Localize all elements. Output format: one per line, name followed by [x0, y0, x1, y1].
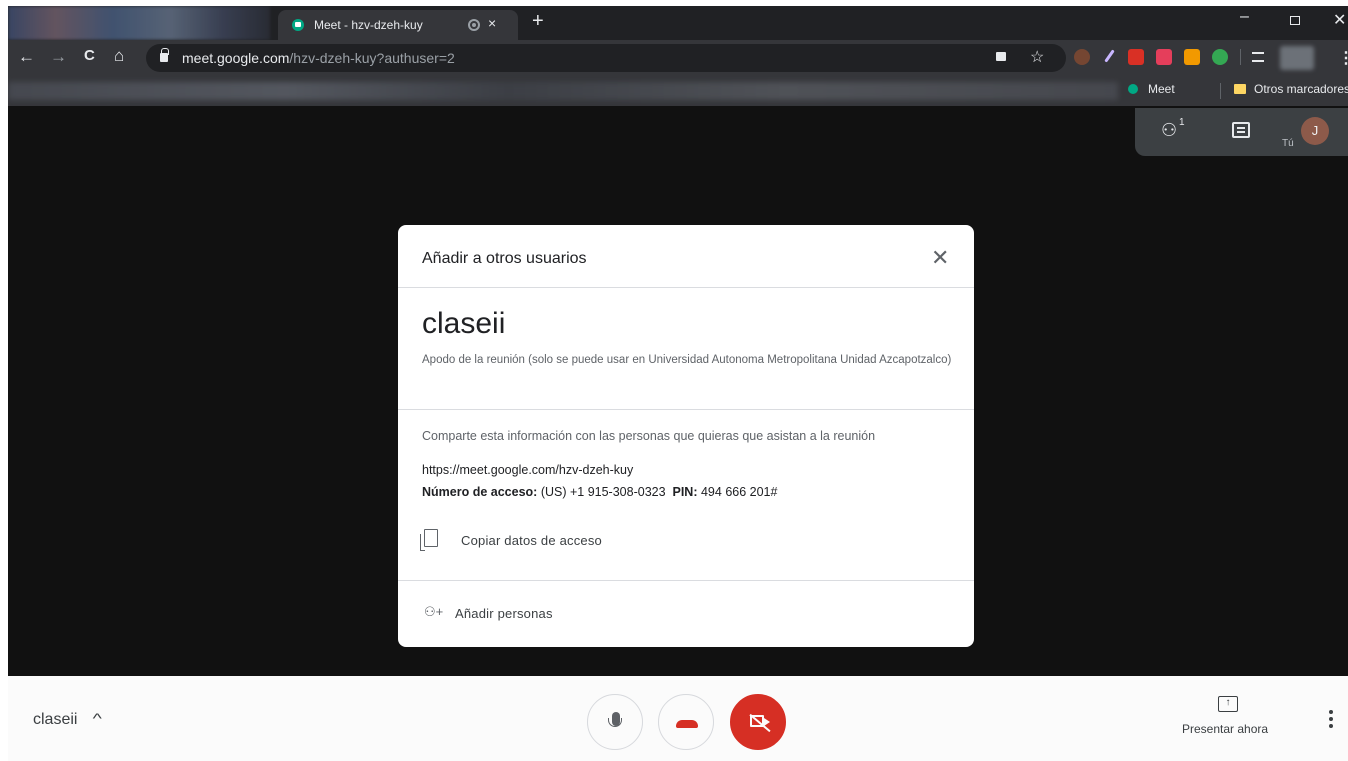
add-people-label: Añadir personas [455, 606, 553, 621]
chrome-menu-icon[interactable]: ⋮ [1338, 48, 1348, 68]
address-bar[interactable]: meet.google.com/hzv-dzeh-kuy?authuser=2 … [146, 44, 1066, 72]
url-domain: meet.google.com [182, 50, 290, 66]
meeting-controls-bar: claseii ^ ↑ Presentar ahora [8, 676, 1348, 761]
hang-up-button[interactable] [658, 694, 714, 750]
self-label: Tú [1282, 138, 1294, 149]
window-restore-button[interactable] [1290, 16, 1300, 25]
add-people-button[interactable]: ⚇+ Añadir personas [414, 596, 654, 630]
more-options-icon[interactable] [1328, 710, 1334, 732]
add-person-icon: ⚇+ [424, 604, 444, 619]
camera-toggle-button[interactable] [730, 694, 786, 750]
copy-icon [420, 529, 438, 551]
reload-button[interactable]: C [84, 47, 95, 64]
toolbar-divider [1240, 49, 1241, 65]
bookmark-meet-label: Meet [1148, 82, 1175, 96]
extension-1-icon[interactable] [1074, 49, 1090, 65]
close-icon[interactable]: ✕ [931, 245, 949, 271]
divider [398, 409, 974, 410]
dial-in-info: Número de acceso: (US) +1 915-308-0323 P… [422, 485, 777, 499]
present-now-button[interactable]: ↑ Presentar ahora [1176, 694, 1286, 750]
bookmark-otros-marcadores[interactable]: Otros marcadores [1234, 82, 1348, 96]
folder-icon [1234, 84, 1246, 94]
security-extension-icon[interactable] [1212, 49, 1228, 65]
add-users-dialog: Añadir a otros usuarios ✕ claseii Apodo … [398, 225, 974, 647]
people-count: 1 [1179, 117, 1185, 128]
bookmark-otros-label: Otros marcadores [1254, 82, 1348, 96]
url-text: meet.google.com/hzv-dzeh-kuy?authuser=2 [182, 50, 455, 66]
window-minimize-button[interactable]: – [1240, 8, 1249, 26]
tab-meet[interactable]: Meet - hzv-dzeh-kuy × [278, 10, 518, 40]
people-icon[interactable]: ⚇ [1161, 120, 1177, 141]
chat-icon[interactable] [1232, 122, 1250, 138]
lock-icon [160, 48, 169, 62]
chevron-up-icon[interactable]: ^ [93, 710, 102, 726]
share-instructions: Comparte esta información con las person… [422, 429, 876, 443]
bookmarks-bar: Meet Otros marcadores [8, 76, 1348, 106]
window-close-button[interactable]: ✕ [1333, 10, 1346, 30]
phone-hangup-icon [676, 720, 698, 728]
recording-indicator-icon [468, 19, 480, 31]
bookmark-divider [1220, 83, 1221, 99]
meeting-link[interactable]: https://meet.google.com/hzv-dzeh-kuy [422, 463, 633, 477]
meet-stage: ⚇ 1 Tú J Añadir a otros usuarios ✕ clase… [8, 106, 1348, 676]
blurred-tabs [8, 6, 270, 40]
browser-toolbar: ← → C ⌂ meet.google.com/hzv-dzeh-kuy?aut… [8, 40, 1348, 76]
url-path: /hzv-dzeh-kuy?authuser=2 [289, 50, 455, 66]
star-icon[interactable]: ☆ [1030, 47, 1044, 67]
access-number: (US) +1 915-308-0323 [540, 485, 666, 499]
camera-blocked-icon[interactable] [996, 52, 1006, 61]
participants-panel: ⚇ 1 Tú J [1135, 108, 1348, 156]
pin-value: 494 666 201# [700, 485, 778, 499]
dialog-title: Añadir a otros usuarios [422, 250, 587, 267]
new-tab-button[interactable]: + [532, 10, 544, 33]
pin-label: PIN: [672, 485, 698, 499]
profile-icon[interactable] [1280, 46, 1314, 70]
shopping-extension-icon[interactable] [1184, 49, 1200, 65]
tab-strip: Meet - hzv-dzeh-kuy × + – ✕ [8, 6, 1348, 40]
screen: Meet - hzv-dzeh-kuy × + – ✕ ← → C ⌂ meet… [8, 6, 1348, 761]
access-number-label: Número de acceso: [422, 485, 538, 499]
meet-favicon-icon [1128, 84, 1138, 94]
meeting-nickname: claseii [422, 307, 506, 340]
divider [398, 580, 974, 581]
tab-title: Meet - hzv-dzeh-kuy [314, 18, 423, 32]
meet-favicon-icon [292, 19, 304, 31]
home-button[interactable]: ⌂ [114, 46, 124, 66]
nickname-description: Apodo de la reunión (solo se puede usar … [422, 354, 952, 366]
tab-close-button[interactable]: × [488, 15, 496, 31]
microphone-button[interactable] [587, 694, 643, 750]
copy-button-label: Copiar datos de acceso [461, 533, 602, 548]
pocket-extension-icon[interactable] [1156, 49, 1172, 65]
microphone-icon [608, 712, 622, 727]
present-now-label: Presentar ahora [1182, 722, 1269, 736]
meeting-details-name[interactable]: claseii [33, 711, 77, 729]
media-queue-icon[interactable] [1252, 52, 1264, 62]
extension-pen-icon[interactable] [1104, 49, 1115, 63]
pdf-extension-icon[interactable] [1128, 49, 1144, 65]
bookmark-meet[interactable]: Meet [1128, 82, 1175, 96]
back-button[interactable]: ← [18, 47, 35, 67]
blurred-bookmarks [8, 82, 1118, 100]
present-screen-icon: ↑ [1218, 696, 1238, 712]
forward-button[interactable]: → [50, 47, 67, 67]
divider [398, 287, 974, 288]
copy-access-details-button[interactable]: Copiar datos de acceso [414, 523, 654, 557]
avatar[interactable]: J [1301, 117, 1329, 145]
